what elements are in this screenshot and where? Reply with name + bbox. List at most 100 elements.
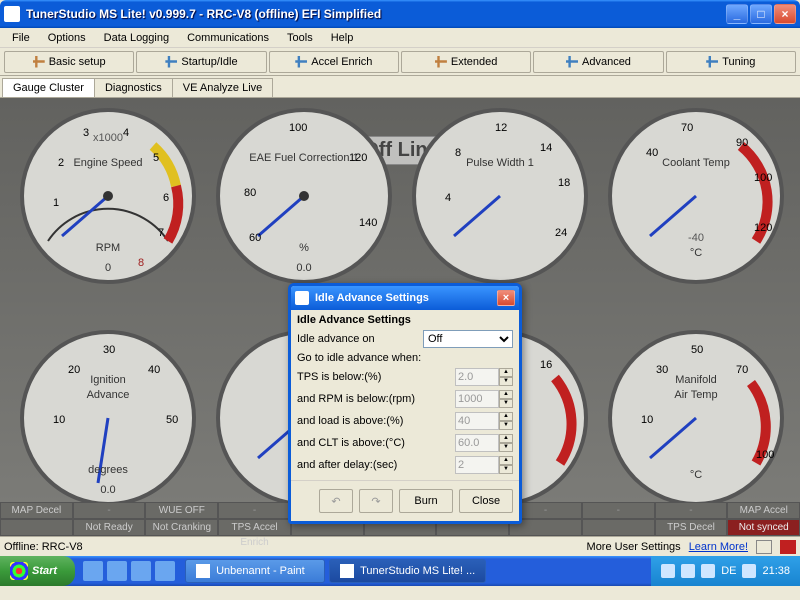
input-delay[interactable] [455, 456, 499, 474]
task-paint[interactable]: Unbenannt - Paint [185, 559, 325, 583]
svg-text:14: 14 [540, 142, 552, 154]
burn-button[interactable]: Burn [399, 489, 453, 513]
svg-text:%: % [299, 242, 309, 254]
spinner[interactable]: ▲▼ [499, 456, 513, 474]
maximize-button[interactable]: □ [750, 4, 772, 24]
label-tps: TPS is below:(%) [297, 371, 451, 383]
tool-accel-enrich[interactable]: Accel Enrich [269, 51, 399, 73]
svg-text:6: 6 [163, 192, 169, 204]
ql-icon[interactable] [155, 561, 175, 581]
close-dialog-button[interactable]: Close [459, 489, 513, 513]
task-tunerstudio[interactable]: TunerStudio MS Lite! ... [329, 559, 486, 583]
svg-text:30: 30 [656, 364, 668, 376]
tool-basic-setup[interactable]: Basic setup [4, 51, 134, 73]
lang-indicator[interactable]: DE [721, 565, 736, 577]
svg-text:Coolant Temp: Coolant Temp [662, 157, 730, 169]
tool-advanced[interactable]: Advanced [533, 51, 663, 73]
menu-options[interactable]: Options [40, 30, 94, 46]
svg-text:EAE Fuel Correction 1: EAE Fuel Correction 1 [249, 152, 358, 164]
svg-text:40: 40 [646, 147, 658, 159]
label-idle-advance-on: Idle advance on [297, 333, 419, 345]
status-cell: WUE OFF [145, 502, 218, 519]
svg-text:2: 2 [58, 157, 64, 169]
svg-text:70: 70 [681, 122, 693, 134]
menu-file[interactable]: File [4, 30, 38, 46]
label-rpm: and RPM is below:(rpm) [297, 393, 451, 405]
toolbar: Basic setup Startup/Idle Accel Enrich Ex… [0, 48, 800, 76]
status-cell: - [655, 502, 728, 519]
start-button[interactable]: Start [0, 556, 75, 586]
menu-communications[interactable]: Communications [179, 30, 277, 46]
redo-button[interactable]: ↷ [359, 489, 393, 513]
status-cell: - [73, 502, 146, 519]
svg-text:Engine Speed: Engine Speed [73, 157, 142, 169]
spinner[interactable]: ▲▼ [499, 412, 513, 430]
svg-text:0: 0 [105, 262, 111, 274]
menu-datalogging[interactable]: Data Logging [96, 30, 177, 46]
tab-gauge-cluster[interactable]: Gauge Cluster [2, 78, 95, 97]
undo-button[interactable]: ↶ [319, 489, 353, 513]
learn-more-link[interactable]: Learn More! [689, 541, 748, 553]
sync-indicator-icon [780, 540, 796, 554]
more-user-settings[interactable]: More User Settings [587, 541, 681, 553]
svg-text:10: 10 [53, 414, 65, 426]
taskbar: Start Unbenannt - Paint TunerStudio MS L… [0, 556, 800, 586]
svg-text:x1000: x1000 [93, 132, 123, 144]
svg-text:8: 8 [455, 147, 461, 159]
tool-tuning[interactable]: Tuning [666, 51, 796, 73]
dialog-titlebar[interactable]: Idle Advance Settings × [291, 286, 519, 310]
dialog-close-button[interactable]: × [497, 290, 515, 306]
tool-startup-idle[interactable]: Startup/Idle [136, 51, 266, 73]
ql-icon[interactable] [83, 561, 103, 581]
status-cell: TPS Accel Enrich [218, 519, 291, 536]
gauge-manifold-air-temp: ManifoldAir Temp°C10305070100 [606, 328, 786, 508]
tab-ve-analyze[interactable]: VE Analyze Live [172, 78, 274, 97]
ql-icon[interactable] [131, 561, 151, 581]
systray: DE 21:38 [651, 556, 800, 586]
input-clt[interactable] [455, 434, 499, 452]
svg-text:40: 40 [148, 364, 160, 376]
app-icon [4, 6, 20, 22]
close-button[interactable]: × [774, 4, 796, 24]
gauge-eae-fuel: EAE Fuel Correction 1%0.06080100120140 [214, 106, 394, 286]
select-idle-advance-on[interactable]: Off [423, 330, 513, 348]
tab-diagnostics[interactable]: Diagnostics [94, 78, 173, 97]
tray-icon[interactable] [661, 564, 675, 578]
tray-icon[interactable] [701, 564, 715, 578]
minimize-button[interactable]: _ [726, 4, 748, 24]
label-when: Go to idle advance when: [297, 352, 513, 364]
svg-text:18: 18 [558, 177, 570, 189]
window-title: TunerStudio MS Lite! v0.999.7 - RRC-V8 (… [26, 7, 726, 21]
svg-text:100: 100 [754, 172, 772, 184]
svg-text:120: 120 [754, 222, 772, 234]
status-cell: - [582, 502, 655, 519]
svg-text:50: 50 [691, 344, 703, 356]
svg-text:100: 100 [756, 449, 774, 461]
tray-icon[interactable] [681, 564, 695, 578]
svg-text:80: 80 [244, 187, 256, 199]
svg-text:70: 70 [736, 364, 748, 376]
wrench-icon [706, 56, 718, 68]
svg-text:120: 120 [349, 152, 367, 164]
status-cell [0, 519, 73, 536]
menu-tools[interactable]: Tools [279, 30, 321, 46]
spinner[interactable]: ▲▼ [499, 390, 513, 408]
menu-help[interactable]: Help [323, 30, 362, 46]
clock[interactable]: 21:38 [762, 565, 790, 577]
tool-extended[interactable]: Extended [401, 51, 531, 73]
svg-text:Pulse Width 1: Pulse Width 1 [466, 157, 534, 169]
tray-icon[interactable] [742, 564, 756, 578]
spinner[interactable]: ▲▼ [499, 434, 513, 452]
idle-advance-dialog: Idle Advance Settings × Idle Advance Set… [288, 283, 522, 524]
svg-text:°C: °C [690, 469, 702, 481]
svg-text:5: 5 [153, 152, 159, 164]
svg-text:10: 10 [641, 414, 653, 426]
input-rpm[interactable] [455, 390, 499, 408]
input-load[interactable] [455, 412, 499, 430]
spinner[interactable]: ▲▼ [499, 368, 513, 386]
gauge-engine-speed: x1000Engine SpeedRPM012345678 [18, 106, 198, 286]
ql-icon[interactable] [107, 561, 127, 581]
corner-widget[interactable] [756, 540, 772, 554]
wrench-icon [435, 56, 447, 68]
input-tps[interactable] [455, 368, 499, 386]
